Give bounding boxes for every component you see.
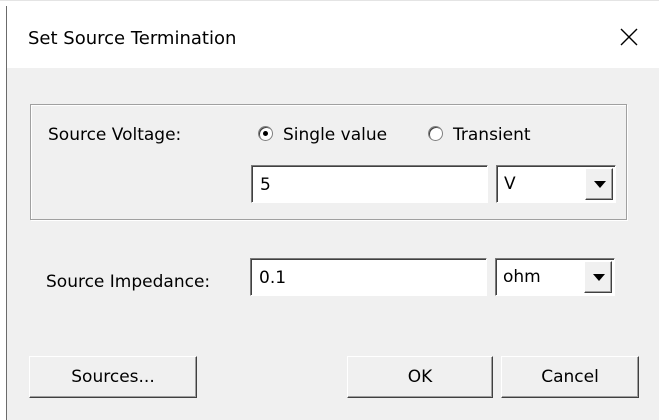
source-voltage-label: Source Voltage:	[48, 125, 182, 145]
dialog-title: Set Source Termination	[28, 28, 237, 49]
transient-radio[interactable]	[428, 126, 443, 141]
sources-button-label: Sources...	[71, 367, 155, 387]
cancel-button-label: Cancel	[541, 367, 599, 387]
close-icon	[620, 28, 638, 46]
source-voltage-value: 5	[260, 175, 271, 195]
single-value-radio[interactable]	[258, 126, 273, 141]
voltage-unit-value: V	[504, 174, 516, 194]
title-bar: Set Source Termination	[7, 6, 659, 68]
source-impedance-input[interactable]: 0.1	[250, 258, 487, 296]
source-impedance-label: Source Impedance:	[46, 272, 211, 292]
cancel-button[interactable]: Cancel	[501, 356, 639, 398]
single-value-label[interactable]: Single value	[283, 125, 387, 145]
source-impedance-value: 0.1	[259, 268, 287, 288]
ok-button-label: OK	[407, 367, 433, 387]
set-source-termination-dialog: Set Source Termination Source Voltage: S…	[6, 6, 659, 420]
chevron-down-icon[interactable]	[585, 168, 613, 200]
chevron-down-icon[interactable]	[584, 261, 612, 293]
voltage-unit-select[interactable]: V	[496, 165, 616, 203]
transient-label[interactable]: Transient	[453, 125, 531, 145]
source-voltage-group: Source Voltage: Single value Transient 5…	[30, 104, 627, 220]
ok-button[interactable]: OK	[347, 356, 493, 398]
close-button[interactable]	[605, 6, 659, 68]
impedance-unit-select[interactable]: ohm	[495, 258, 615, 296]
source-voltage-input[interactable]: 5	[251, 165, 488, 203]
impedance-unit-value: ohm	[503, 267, 541, 287]
sources-button[interactable]: Sources...	[29, 356, 197, 398]
